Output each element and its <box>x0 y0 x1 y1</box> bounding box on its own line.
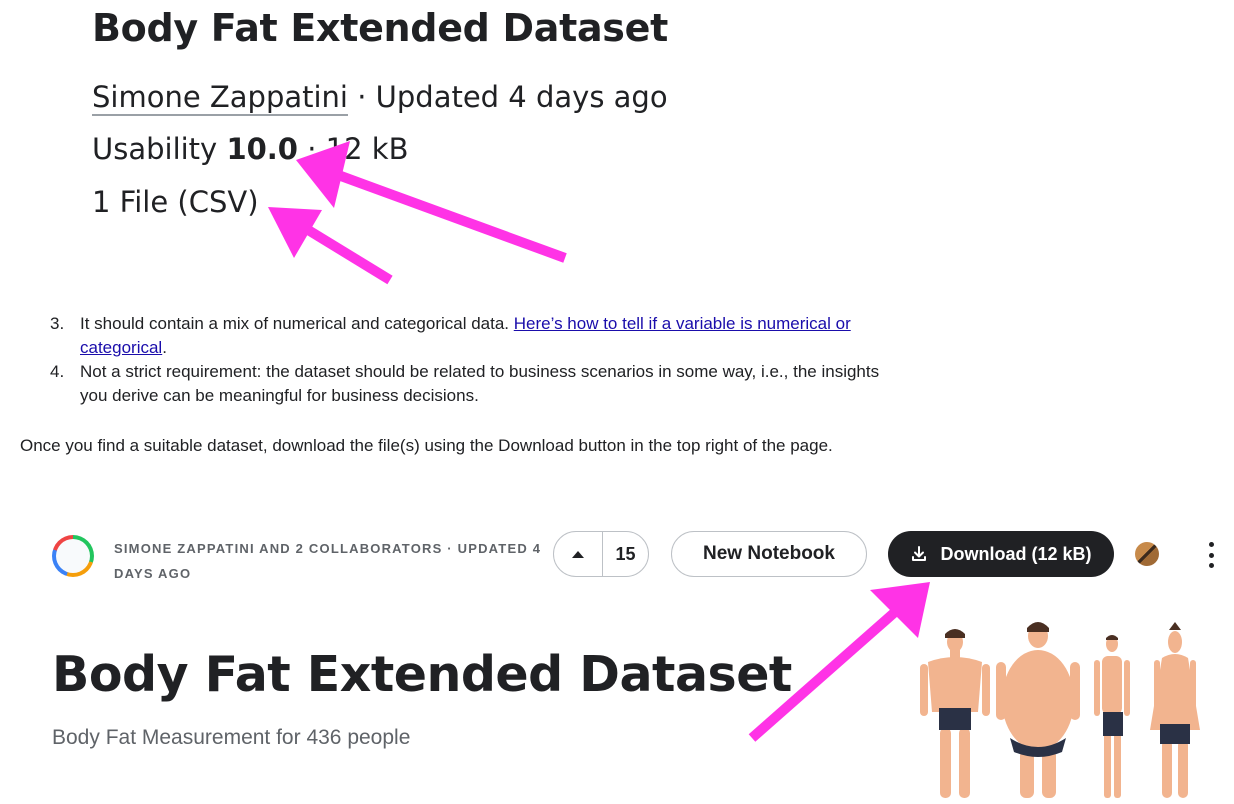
dataset-title: Body Fat Extended Dataset <box>52 646 792 703</box>
snippet-updated: · Updated 4 days ago <box>348 80 668 114</box>
upvote-button[interactable] <box>554 532 603 576</box>
usability-value: 10.0 <box>226 132 298 166</box>
list-item-end: . <box>162 338 167 357</box>
snippet-size: · 12 kB <box>298 132 409 166</box>
avatar-inner <box>56 539 90 573</box>
arrow-up-icon <box>572 551 584 558</box>
snippet-meta-author: Simone Zappatini · Updated 4 days ago <box>92 80 668 114</box>
upvote-widget: 15 <box>553 531 649 577</box>
user-avatar[interactable] <box>1135 542 1159 566</box>
snippet-title: Body Fat Extended Dataset <box>92 6 668 50</box>
dataset-avatar[interactable] <box>52 535 94 577</box>
list-item: 4. Not a strict requirement: the dataset… <box>20 360 880 408</box>
figure-slim <box>1094 635 1130 798</box>
download-instruction: Once you find a suitable dataset, downlo… <box>20 436 833 455</box>
figure-pear <box>1150 622 1200 798</box>
list-item-number: 4. <box>50 362 65 381</box>
snippet-files: 1 File (CSV) <box>92 185 259 219</box>
collaborators-text[interactable]: Simone Zappatini and 2 collaborators · U… <box>114 536 544 586</box>
body-types-illustration <box>920 622 1200 798</box>
dataset-subtitle: Body Fat Measurement for 436 people <box>52 726 411 749</box>
download-button[interactable]: Download (12 kB) <box>888 531 1114 577</box>
download-label: Download (12 kB) <box>940 543 1092 564</box>
figure-athletic <box>920 629 990 798</box>
download-icon <box>912 546 927 561</box>
annotation-arrow <box>268 207 393 285</box>
more-vert-icon[interactable] <box>1202 542 1220 568</box>
list-item-text: Not a strict requirement: the dataset sh… <box>80 362 880 405</box>
list-item-number: 3. <box>50 314 65 333</box>
list-item: 3. It should contain a mix of numerical … <box>20 312 880 360</box>
new-notebook-button[interactable]: New Notebook <box>671 531 867 577</box>
snippet-meta-usability: Usability 10.0 · 12 kB <box>92 132 408 166</box>
list-item-text: It should contain a mix of numerical and… <box>80 314 514 333</box>
usability-label: Usability <box>92 132 227 166</box>
instruction-list: 3. It should contain a mix of numerical … <box>20 312 880 408</box>
author-link[interactable]: Simone Zappatini <box>92 80 348 114</box>
vote-count: 15 <box>615 543 636 564</box>
figure-heavy <box>996 622 1080 798</box>
